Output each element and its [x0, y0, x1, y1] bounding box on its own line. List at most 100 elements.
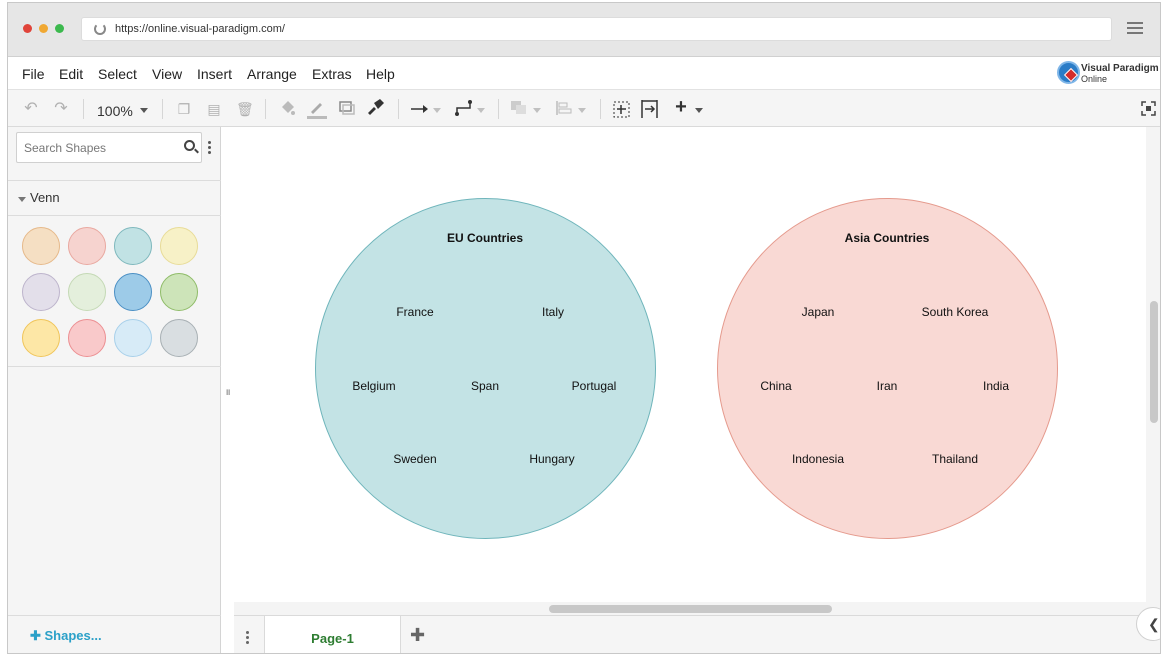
arrange-front-icon[interactable]: [511, 101, 527, 115]
shape-panel: Venn ✚ Shapes...: [8, 127, 221, 653]
waypoint-icon[interactable]: [455, 100, 473, 116]
eu-label-france: France: [396, 305, 434, 319]
menu-help[interactable]: Help: [366, 66, 395, 82]
connector-dropdown-icon[interactable]: [433, 108, 441, 113]
asia-label-japan: Japan: [801, 305, 835, 319]
asia-label-thailand: Thailand: [931, 452, 979, 466]
menu-edit[interactable]: Edit: [59, 66, 83, 82]
venn-section-title[interactable]: Venn: [30, 190, 60, 205]
panel-resizer-handle[interactable]: ॥: [225, 385, 230, 398]
venn-shape-swatch[interactable]: [160, 273, 198, 311]
zoom-level[interactable]: 100%: [97, 103, 133, 119]
paste-icon[interactable]: ▤: [206, 100, 222, 118]
add-icon[interactable]: +: [673, 97, 689, 117]
menu-file[interactable]: File: [22, 66, 45, 82]
eu-label-span: Span: [470, 379, 500, 393]
asia-label-iran: Iran: [876, 379, 898, 393]
maximize-window-dot[interactable]: [55, 24, 64, 33]
venn-shape-swatch[interactable]: [68, 273, 106, 311]
connector-arrow-icon[interactable]: [411, 104, 429, 114]
reload-icon[interactable]: [94, 23, 106, 35]
visual-paradigm-logo: Visual Paradigm Online: [1057, 60, 1159, 86]
undo-icon[interactable]: ↶: [22, 100, 40, 118]
vertical-scroll-thumb[interactable]: [1150, 301, 1158, 423]
browser-menu-icon[interactable]: [1127, 22, 1143, 34]
close-window-dot[interactable]: [23, 24, 32, 33]
asia-countries-title: Asia Countries: [844, 231, 930, 245]
toolbar-divider: [398, 99, 399, 119]
collapse-caret-icon[interactable]: [18, 197, 26, 202]
logo-text: Visual Paradigm: [1081, 63, 1159, 74]
venn-shape-swatch[interactable]: [114, 273, 152, 311]
menu-select[interactable]: Select: [98, 66, 137, 82]
asia-label-china: China: [760, 379, 792, 393]
url-text: https://online.visual-paradigm.com/: [115, 23, 285, 35]
select-all-icon[interactable]: [613, 101, 630, 118]
toolbar-divider: [162, 99, 163, 119]
toolbar-divider: [600, 99, 601, 119]
toolbar-divider: [83, 99, 84, 119]
align-icon[interactable]: [556, 101, 572, 115]
zoom-dropdown-icon[interactable]: [140, 108, 148, 113]
logo-subtext: Online: [1081, 74, 1108, 84]
divider: [8, 215, 221, 216]
venn-shape-swatch[interactable]: [68, 319, 106, 357]
add-page-icon[interactable]: ✚: [410, 625, 425, 646]
divider: [8, 615, 221, 616]
toolbar-divider: [498, 99, 499, 119]
search-shapes-input[interactable]: [16, 132, 202, 163]
page-tab-label: Page-1: [311, 631, 354, 646]
venn-shape-swatch[interactable]: [22, 273, 60, 311]
redo-icon[interactable]: ↷: [52, 100, 70, 118]
venn-shape-swatch[interactable]: [114, 319, 152, 357]
format-painter-icon[interactable]: [366, 99, 384, 117]
waypoint-dropdown-icon[interactable]: [477, 108, 485, 113]
venn-shape-swatch[interactable]: [22, 227, 60, 265]
line-color-icon[interactable]: [307, 99, 327, 119]
page-options-icon[interactable]: [246, 631, 249, 645]
arrange-dropdown-icon[interactable]: [533, 108, 541, 113]
search-icon[interactable]: [184, 140, 195, 151]
toolbar: ↶ ↷ 100% ❐ ▤ 🗑 +: [8, 89, 1160, 127]
menu-view[interactable]: View: [152, 66, 182, 82]
eu-label-italy: Italy: [541, 305, 565, 319]
add-dropdown-icon[interactable]: [695, 108, 703, 113]
minimize-window-dot[interactable]: [39, 24, 48, 33]
horizontal-scroll-thumb[interactable]: [549, 605, 832, 613]
eu-label-hungary: Hungary: [529, 452, 575, 466]
venn-shape-swatch[interactable]: [22, 319, 60, 357]
asia-label-india: India: [982, 379, 1010, 393]
menu-extras[interactable]: Extras: [312, 66, 352, 82]
venn-shape-swatch[interactable]: [160, 319, 198, 357]
browser-window: https://online.visual-paradigm.com/ File…: [7, 2, 1161, 654]
delete-icon[interactable]: 🗑: [236, 100, 254, 118]
asia-label-indonesia: Indonesia: [791, 452, 845, 466]
toolbar-divider: [265, 99, 266, 119]
browser-chrome: https://online.visual-paradigm.com/: [8, 3, 1160, 57]
eu-label-portugal: Portugal: [571, 379, 617, 393]
more-shapes-link[interactable]: ✚ Shapes...: [30, 628, 102, 644]
page-bar: Page-1 ✚: [234, 615, 1160, 653]
menu-insert[interactable]: Insert: [197, 66, 232, 82]
menu-bar: File Edit Select View Insert Arrange Ext…: [8, 57, 1160, 89]
diagram-canvas[interactable]: EU Countries France Italy Belgium Span P…: [234, 127, 1146, 602]
venn-shape-swatch[interactable]: [68, 227, 106, 265]
asia-countries-circle[interactable]: [717, 198, 1058, 539]
tab-page-1[interactable]: Page-1: [264, 616, 401, 653]
menu-arrange[interactable]: Arrange: [247, 66, 297, 82]
asia-label-south-korea: South Korea: [921, 305, 989, 319]
eu-label-sweden: Sweden: [393, 452, 437, 466]
eu-countries-circle[interactable]: [315, 198, 656, 539]
fullscreen-icon[interactable]: [1141, 101, 1156, 116]
fit-page-icon[interactable]: [641, 100, 658, 118]
venn-shape-swatch[interactable]: [114, 227, 152, 265]
align-dropdown-icon[interactable]: [578, 108, 586, 113]
divider: [8, 180, 221, 181]
more-options-icon[interactable]: [208, 141, 211, 155]
fill-color-icon[interactable]: [278, 99, 296, 119]
shadow-icon[interactable]: [339, 101, 355, 115]
copy-icon[interactable]: ❐: [176, 100, 192, 118]
address-bar[interactable]: https://online.visual-paradigm.com/: [81, 17, 1112, 41]
venn-shape-swatch[interactable]: [160, 227, 198, 265]
eu-label-belgium: Belgium: [352, 379, 396, 393]
